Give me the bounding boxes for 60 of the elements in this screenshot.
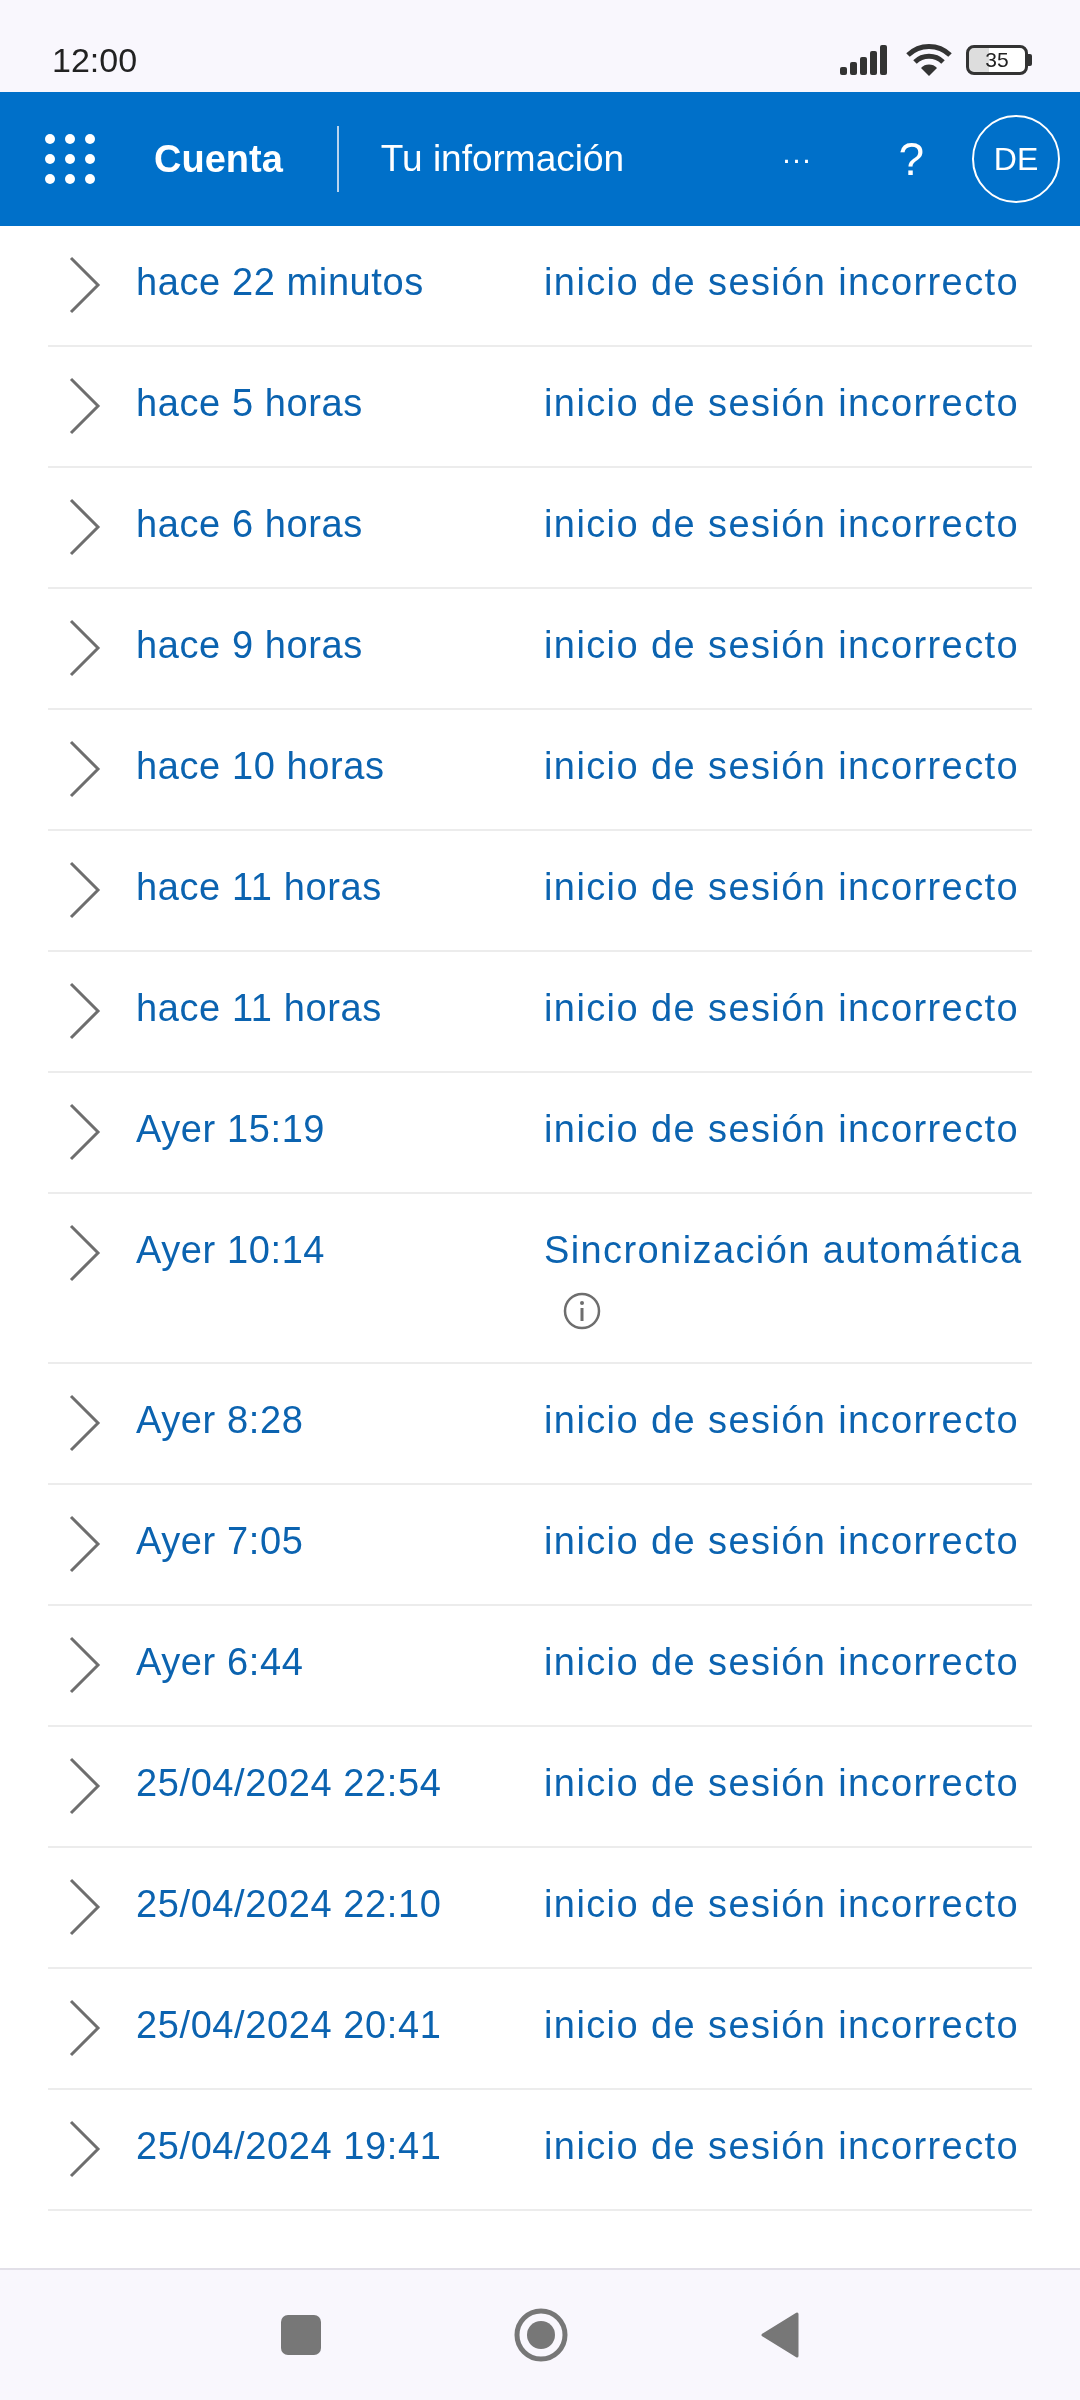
activity-event: inicio de sesión incorrecto	[544, 623, 1021, 668]
wifi-icon	[906, 43, 952, 77]
chevron-icon[interactable]	[68, 1102, 102, 1162]
activity-time: Ayer 15:19	[136, 1107, 327, 1152]
activity-time: hace 11 horas	[136, 865, 383, 910]
activity-time: Ayer 7:05	[136, 1519, 305, 1564]
activity-event: inicio de sesión incorrecto	[544, 744, 1021, 789]
activity-time: hace 10 horas	[136, 744, 386, 789]
page-title: Tu información	[380, 138, 625, 180]
activity-time: 25/04/2024 22:10	[136, 1882, 443, 1927]
activity-event: inicio de sesión incorrecto	[544, 1761, 1021, 1806]
activity-time: hace 11 horas	[136, 986, 383, 1031]
chevron-icon[interactable]	[68, 255, 102, 315]
activity-event: inicio de sesión incorrecto	[544, 1398, 1021, 1443]
activity-time: hace 9 horas	[136, 623, 364, 668]
info-icon[interactable]	[562, 1291, 602, 1331]
avatar-button[interactable]: DE	[972, 115, 1060, 203]
chevron-icon[interactable]	[68, 618, 102, 678]
activity-time: 25/04/2024 22:54	[136, 1761, 443, 1806]
activity-time: 25/04/2024 20:41	[136, 2003, 443, 2048]
status-time: 12:00	[52, 40, 138, 80]
activity-event: inicio de sesión incorrecto	[544, 2124, 1021, 2169]
app-launcher-icon[interactable]	[44, 133, 96, 185]
recents-icon[interactable]	[281, 2315, 321, 2355]
chevron-icon[interactable]	[68, 376, 102, 436]
app-title: Cuenta	[154, 137, 283, 181]
activity-event: Sincronización automática	[544, 1218, 1030, 1346]
activity-time: 25/04/2024 19:41	[136, 2124, 443, 2169]
chevron-icon[interactable]	[68, 1393, 102, 1453]
help-button[interactable]: ?	[898, 132, 924, 186]
activity-event: inicio de sesión incorrecto	[544, 986, 1021, 1031]
chevron-icon[interactable]	[68, 2119, 102, 2179]
activity-time: Ayer 10:14	[136, 1228, 327, 1273]
activity-event: inicio de sesión incorrecto	[544, 2003, 1021, 2048]
chevron-icon[interactable]	[68, 860, 102, 920]
activity-event: inicio de sesión incorrecto	[544, 1882, 1021, 1927]
chevron-icon[interactable]	[68, 1223, 102, 1283]
activity-event: inicio de sesión incorrecto	[544, 381, 1021, 426]
chevron-icon[interactable]	[68, 1514, 102, 1574]
activity-event: inicio de sesión incorrecto	[544, 502, 1021, 547]
activity-event: inicio de sesión incorrecto	[544, 1640, 1021, 1685]
activity-time: hace 22 minutos	[136, 260, 425, 305]
activity-time: Ayer 6:44	[136, 1640, 305, 1685]
chevron-icon[interactable]	[68, 497, 102, 557]
home-icon[interactable]	[513, 2307, 569, 2363]
activity-time: hace 6 horas	[136, 502, 364, 547]
chevron-icon[interactable]	[68, 981, 102, 1041]
chevron-icon[interactable]	[68, 1756, 102, 1816]
chevron-icon[interactable]	[68, 1877, 102, 1937]
activity-event: inicio de sesión incorrecto	[544, 1519, 1021, 1564]
chevron-icon[interactable]	[68, 1998, 102, 2058]
activity-time: Ayer 8:28	[136, 1398, 305, 1443]
activity-event: inicio de sesión incorrecto	[544, 260, 1021, 305]
activity-time: hace 5 horas	[136, 381, 364, 426]
chevron-icon[interactable]	[68, 1635, 102, 1695]
activity-event: inicio de sesión incorrecto	[544, 1107, 1021, 1152]
back-icon[interactable]	[761, 2312, 799, 2358]
chevron-icon[interactable]	[68, 739, 102, 799]
more-button[interactable]: ···	[766, 142, 827, 176]
activity-event: inicio de sesión incorrecto	[544, 865, 1021, 910]
